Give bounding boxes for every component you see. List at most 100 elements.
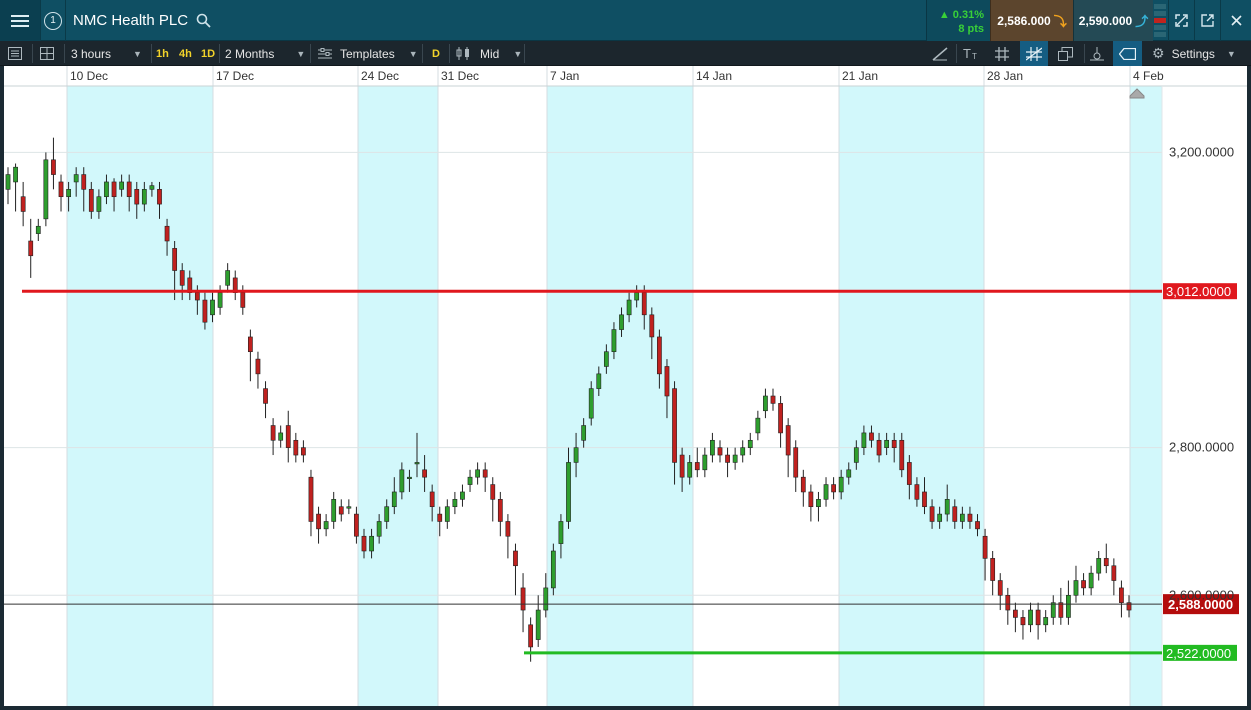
candle-body: [376, 521, 382, 537]
expand-button[interactable]: [1169, 0, 1194, 41]
candle-body: [603, 351, 609, 367]
x-tick-label: 28 Jan: [987, 69, 1023, 83]
candle: [1073, 565, 1079, 603]
resistance-label: 3,012.0000: [1166, 284, 1231, 299]
crosshair-toggle-button[interactable]: [1020, 41, 1048, 66]
candle-body: [111, 181, 117, 198]
candle-body: [179, 270, 185, 286]
layout-button[interactable]: [40, 41, 60, 66]
candlestick-chart[interactable]: 3,012.00002,522.00002,588.0000 10 Dec 17 …: [4, 66, 1247, 706]
text-tool-button[interactable]: TT: [963, 41, 983, 66]
interval-value: 3 hours: [71, 46, 112, 61]
candle: [444, 499, 450, 529]
candle-body: [1103, 558, 1109, 567]
tag-tool-button[interactable]: [1113, 41, 1142, 66]
sell-price-button[interactable]: 2,586.000 ⤵: [990, 0, 1073, 41]
chevron-down-icon: ▼: [513, 48, 523, 59]
candle-body: [543, 587, 549, 611]
interval-1h-button[interactable]: 1h: [156, 41, 169, 66]
candle-body: [808, 491, 814, 508]
candle-body: [528, 624, 534, 648]
candle-body: [210, 299, 215, 316]
x-tick-label: 10 Dec: [70, 69, 108, 83]
close-icon: [1230, 15, 1242, 26]
candle: [1028, 602, 1033, 633]
candle-body: [831, 484, 836, 493]
svg-text:T: T: [963, 47, 971, 60]
candle-body: [975, 521, 980, 530]
candle: [1088, 565, 1094, 596]
candle-body: [967, 513, 973, 522]
indicator-tool-button[interactable]: [1090, 41, 1110, 66]
candle-body: [816, 499, 821, 508]
candle-body: [513, 550, 518, 567]
support-label: 2,522.0000: [1166, 646, 1231, 661]
candle-body: [952, 506, 958, 522]
candle-body: [346, 506, 352, 509]
candle: [20, 181, 26, 227]
candle: [694, 447, 700, 478]
popout-button[interactable]: [1195, 0, 1220, 41]
grid-toggle-button[interactable]: [995, 41, 1015, 66]
candle-body: [899, 439, 905, 471]
menu-button[interactable]: [0, 0, 40, 41]
candle-body: [316, 513, 321, 530]
templates-select[interactable]: Templates ▼: [318, 41, 418, 66]
candle-body: [255, 358, 261, 375]
candle: [35, 218, 41, 241]
d-badge[interactable]: D: [432, 41, 440, 66]
alert-count-button[interactable]: 1: [41, 0, 65, 41]
close-button[interactable]: [1221, 0, 1251, 41]
search-button[interactable]: [193, 0, 213, 41]
candle-body: [838, 476, 844, 493]
candle: [740, 440, 746, 463]
candle: [285, 410, 291, 463]
x-tick-label: 24 Dec: [361, 69, 399, 83]
drawing-tool-button[interactable]: [932, 41, 952, 66]
candle: [490, 477, 496, 522]
candle: [1050, 595, 1056, 625]
candle: [808, 484, 814, 522]
candle-body: [778, 403, 783, 434]
candle: [225, 263, 231, 293]
candle: [331, 491, 337, 529]
interval-select[interactable]: 3 hours ▼: [71, 41, 149, 66]
candle-body: [20, 196, 26, 212]
range-select[interactable]: 2 Months ▼: [225, 41, 307, 66]
title-bar: 1 NMC Health PLC ▲ 0.31% 8 pts 2,586.000…: [0, 0, 1251, 41]
candle-body: [482, 469, 488, 478]
hamburger-icon: [11, 14, 29, 27]
y-tick-label: 3,200.0000: [1169, 144, 1234, 159]
candle: [323, 514, 329, 537]
price-type-value: Mid: [480, 46, 500, 61]
list-view-button[interactable]: [8, 41, 28, 66]
interval-4h-button[interactable]: 4h: [179, 41, 192, 66]
candle-body: [550, 550, 556, 589]
candle-body: [73, 174, 79, 183]
candle-body: [679, 454, 685, 478]
copy-chart-button[interactable]: [1058, 41, 1078, 66]
candle: [43, 152, 49, 227]
candle: [505, 514, 511, 559]
candle: [316, 506, 321, 544]
candle-body: [134, 189, 140, 205]
settings-select[interactable]: ⚙ Settings ▼: [1152, 41, 1242, 66]
candle-body: [247, 336, 253, 353]
candle-body: [490, 484, 496, 500]
price-chart[interactable]: 3,012.0000 2,522.0000 2,588.0000 10 Dec 17 …: [4, 66, 1247, 706]
candlestick-icon: [456, 47, 469, 60]
candle: [5, 167, 11, 205]
candle: [232, 270, 238, 301]
candle-body: [929, 506, 935, 522]
candle-body: [391, 491, 397, 508]
candle-body: [323, 521, 329, 530]
candle: [732, 447, 738, 470]
candle-body: [1066, 594, 1071, 618]
candle-body: [611, 329, 617, 353]
x-tick-label: 31 Dec: [441, 69, 479, 83]
y-tick-label: 2,600.0000: [1169, 587, 1234, 602]
buy-price-button[interactable]: 2,590.000 ⤴: [1073, 0, 1153, 41]
list-icon: [8, 47, 22, 60]
interval-1d-button[interactable]: 1D: [201, 41, 215, 66]
price-type-select[interactable]: Mid ▼: [456, 41, 524, 66]
